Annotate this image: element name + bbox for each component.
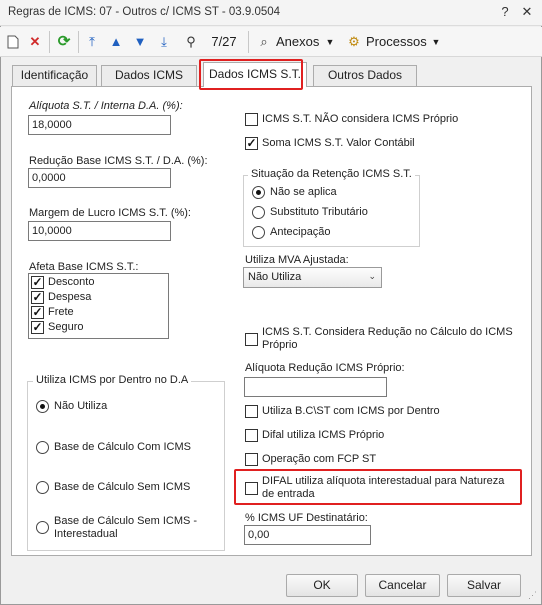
base-com-icms-label: Base de Cálculo Com ICMS [54,441,191,453]
toolbar: ✕ ⟳ ⤒ ▲ ▼ ⤓ ⚲ 7/27 ⌕ Anexos ▼ ⚙ Processo… [0,27,542,57]
processos-dropdown-icon[interactable]: ▼ [430,31,442,53]
ok-button[interactable]: OK [286,574,358,597]
tab-identificacao[interactable]: Identificação [12,65,97,86]
desconto-label: Desconto [48,276,95,288]
substituto-tributario-label: Substituto Tributário [270,206,368,218]
utiliza-bc-st-checkbox[interactable] [245,405,258,418]
highlight-box [199,59,303,90]
considera-reducao-checkbox[interactable] [245,333,258,346]
mva-ajustada-select[interactable]: Não Utiliza ⌄ [243,267,382,288]
reducao-base-input[interactable]: 0,0000 [28,168,171,188]
tab-dados-icms[interactable]: Dados ICMS [101,65,197,86]
help-button[interactable]: ? [495,3,515,21]
previous-record-icon[interactable]: ▲ [106,31,126,53]
seguro-checkbox[interactable] [31,321,44,334]
toolbar-separator [248,31,249,53]
afeta-base-label: Afeta Base ICMS S.T.: [29,261,139,273]
record-counter: 7/27 [211,34,237,49]
highlight-box [234,469,522,505]
refresh-icon[interactable]: ⟳ [54,31,74,53]
title-bar: Regras de ICMS: 07 - Outros c/ ICMS ST -… [0,0,542,26]
paperclip-icon: ⌕ [260,34,268,49]
reducao-base-label: Redução Base ICMS S.T. / D.A. (%): [29,155,208,167]
gears-icon: ⚙ [348,34,360,49]
operacao-fcp-checkbox[interactable] [245,453,258,466]
window-title: Regras de ICMS: 07 - Outros c/ ICMS ST -… [8,6,281,18]
toolbar-separator [49,31,50,53]
toolbar-separator [78,31,79,53]
nao-utiliza-radio[interactable] [36,400,49,413]
tab-outros-dados[interactable]: Outros Dados [313,65,417,86]
substituto-tributario-radio[interactable] [252,206,265,219]
despesa-label: Despesa [48,291,92,303]
aliquota-reducao-proprio-label: Alíquota Redução ICMS Próprio: [245,362,405,374]
base-sem-icms-label: Base de Cálculo Sem ICMS [54,481,191,493]
margem-lucro-label: Margem de Lucro ICMS S.T. (%): [29,207,191,219]
frete-checkbox[interactable] [31,306,44,319]
antecipacao-label: Antecipação [270,226,331,238]
chevron-down-icon: ⌄ [368,271,376,281]
utiliza-icms-dentro-title: Utiliza ICMS por Dentro no D.A [33,374,192,386]
first-record-icon[interactable]: ⤒ [82,31,102,53]
despesa-checkbox[interactable] [31,291,44,304]
salvar-button[interactable]: Salvar [447,574,521,597]
next-record-icon[interactable]: ▼ [130,31,150,53]
soma-valor-contabil-label: Soma ICMS S.T. Valor Contábil [262,137,415,149]
considera-reducao-label: ICMS S.T. Considera Redução no Cálculo d… [262,326,513,351]
margem-lucro-input[interactable]: 10,0000 [28,221,171,241]
delete-icon[interactable]: ✕ [26,31,44,53]
situacao-retencao-title: Situação da Retenção ICMS S.T. [248,168,415,180]
processos-button[interactable]: Processos [366,31,428,53]
utiliza-bc-st-label: Utiliza B.C\ST com ICMS por Dentro [262,405,440,417]
aliquota-st-label: Alíquota S.T. / Interna D.A. (%): [29,100,183,112]
base-sem-icms-interestadual-radio[interactable] [36,521,49,534]
new-document-icon[interactable] [4,31,22,53]
nao-se-aplica-label: Não se aplica [270,186,337,198]
aliquota-reducao-proprio-input[interactable] [244,377,387,397]
operacao-fcp-label: Operação com FCP ST [262,453,377,465]
tab-content-panel: Alíquota S.T. / Interna D.A. (%): 18,000… [11,86,532,556]
afeta-base-list: Desconto Despesa Frete Seguro [28,273,169,339]
frete-label: Frete [48,306,74,318]
icms-uf-destinatario-label: % ICMS UF Destinatário: [245,512,368,524]
anexos-button[interactable]: Anexos [276,31,324,53]
soma-valor-contabil-checkbox[interactable] [245,137,258,150]
base-sem-icms-radio[interactable] [36,481,49,494]
aliquota-st-input[interactable]: 18,0000 [28,115,171,135]
desconto-checkbox[interactable] [31,276,44,289]
base-com-icms-radio[interactable] [36,441,49,454]
seguro-label: Seguro [48,321,84,333]
binoculars-icon[interactable]: ⚲ [180,31,202,53]
close-button[interactable]: ✕ [517,3,537,21]
base-sem-icms-interestadual-label: Base de Cálculo Sem ICMS - Interestadual [54,515,198,540]
mva-ajustada-label: Utiliza MVA Ajustada: [245,254,349,266]
anexos-dropdown-icon[interactable]: ▼ [324,31,336,53]
mva-ajustada-value: Não Utiliza [248,271,302,283]
resize-grip-icon[interactable]: ⋰ [528,590,538,600]
difal-proprio-checkbox[interactable] [245,429,258,442]
nao-considera-proprio-checkbox[interactable] [245,113,258,126]
nao-utiliza-label: Não Utiliza [54,400,108,412]
nao-se-aplica-radio[interactable] [252,186,265,199]
cancelar-button[interactable]: Cancelar [365,574,440,597]
icms-uf-destinatario-input[interactable]: 0,00 [244,525,371,545]
nao-considera-proprio-label: ICMS S.T. NÃO considera ICMS Próprio [262,113,459,125]
last-record-icon[interactable]: ⤓ [154,31,174,53]
antecipacao-radio[interactable] [252,226,265,239]
difal-proprio-label: Difal utiliza ICMS Próprio [262,429,385,441]
